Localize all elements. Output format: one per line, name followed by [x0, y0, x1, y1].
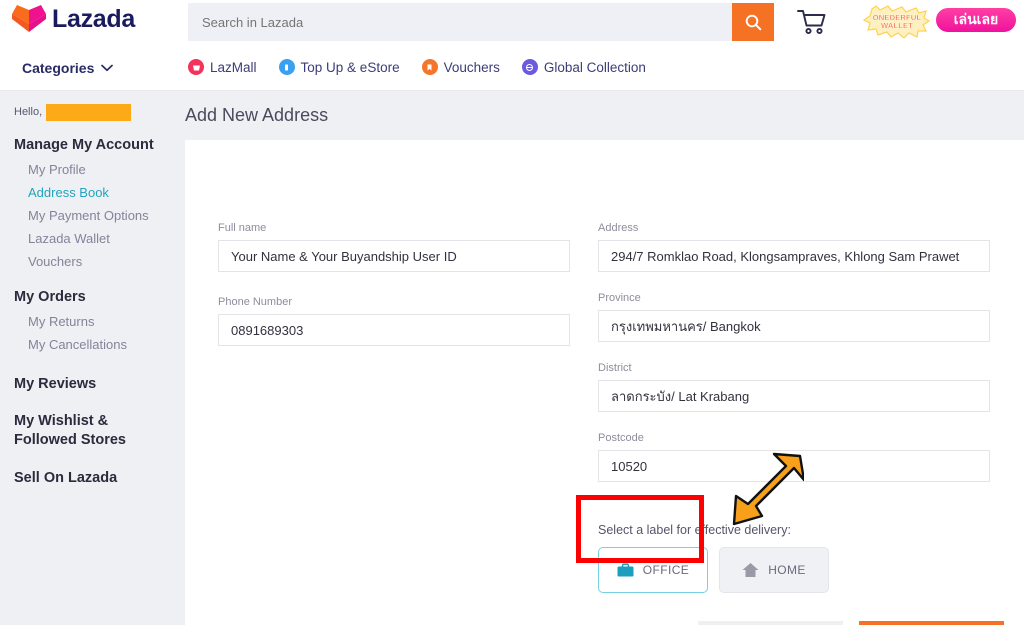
field-full-name: Full name Your Name & Your Buyandship Us…	[218, 222, 570, 272]
field-district: District ลาดกระบัง/ Lat Krabang	[598, 362, 990, 412]
field-phone-number: Phone Number 0891689303	[218, 296, 570, 346]
search-icon	[745, 14, 762, 31]
address-form-card: Full name Your Name & Your Buyandship Us…	[185, 140, 1024, 625]
sidebar-group-manage-my-account: Manage My Account My Profile Address Boo…	[14, 137, 185, 273]
play-now-button[interactable]: เล่นเลย	[934, 6, 1018, 34]
nav-item-label: Top Up & eStore	[301, 60, 400, 75]
sidebar-item-label: My Wishlist &	[14, 412, 185, 431]
nav-item-lazmall[interactable]: LazMall	[188, 59, 257, 75]
address-label-office[interactable]: OFFICE	[598, 547, 708, 593]
search-button[interactable]	[732, 3, 774, 41]
address-input[interactable]: 294/7 Romklao Road, Klongsampraves, Khlo…	[598, 240, 990, 272]
field-postcode: Postcode 10520	[598, 432, 990, 482]
lazada-address-page: Lazada ONEDERFUL WALLET	[0, 0, 1024, 625]
greeting-label: Hello,	[14, 106, 42, 118]
brand-wordmark: Lazada	[52, 7, 135, 32]
categories-menu[interactable]: Categories	[22, 60, 113, 76]
global-collection-icon	[522, 59, 538, 75]
address-label-home[interactable]: HOME	[719, 547, 829, 593]
nav-item-topup-estore[interactable]: Top Up & eStore	[279, 59, 400, 75]
cancel-button[interactable]: CANCEL	[698, 621, 843, 625]
form-column-right: Address 294/7 Romklao Road, Klongsamprav…	[598, 222, 990, 502]
sidebar-item-my-returns[interactable]: My Returns	[14, 310, 185, 333]
province-input[interactable]: กรุงเทพมหานคร/ Bangkok	[598, 310, 990, 342]
form-actions: CANCEL SAVE	[698, 621, 1004, 625]
page-title: Add New Address	[185, 105, 328, 126]
house-icon	[742, 562, 759, 578]
label-selection-hint: Select a label for effective delivery:	[598, 523, 791, 537]
lazmall-icon	[188, 59, 204, 75]
categories-label: Categories	[22, 60, 94, 76]
main-content: Add New Address Full name Your Name & Yo…	[185, 91, 1024, 625]
field-label: District	[598, 362, 990, 374]
lazada-logo[interactable]: Lazada	[12, 5, 135, 33]
address-label-options: OFFICE HOME	[598, 547, 829, 593]
sidebar-item-my-wishlist[interactable]: My Wishlist & Followed Stores	[14, 412, 185, 450]
sidebar-item-label: Followed Stores	[14, 431, 185, 450]
account-sidebar: Hello, Manage My Account My Profile Addr…	[0, 91, 185, 625]
field-address: Address 294/7 Romklao Road, Klongsamprav…	[598, 222, 990, 272]
sidebar-item-my-reviews[interactable]: My Reviews	[14, 376, 185, 392]
username-redaction	[46, 104, 131, 121]
search-input[interactable]	[188, 3, 732, 41]
onederful-wallet-badge[interactable]: ONEDERFUL WALLET	[862, 5, 932, 39]
wallet-badge-label: ONEDERFUL WALLET	[873, 14, 921, 30]
address-label-text: OFFICE	[643, 563, 689, 577]
page-header: Add New Address	[185, 91, 1024, 140]
lazada-heart-logo-icon	[12, 5, 46, 33]
postcode-input[interactable]: 10520	[598, 450, 990, 482]
nav-item-label: Global Collection	[544, 60, 646, 75]
sidebar-item-lazada-wallet[interactable]: Lazada Wallet	[14, 227, 185, 250]
district-input[interactable]: ลาดกระบัง/ Lat Krabang	[598, 380, 990, 412]
sidebar-group-title[interactable]: My Orders	[14, 289, 185, 305]
field-province: Province กรุงเทพมหานคร/ Bangkok	[598, 292, 990, 342]
sidebar-item-my-profile[interactable]: My Profile	[14, 158, 185, 181]
site-header: Lazada ONEDERFUL WALLET	[0, 0, 1024, 47]
nav-items: LazMall Top Up & eStore Vouchers Global …	[188, 59, 646, 75]
topup-estore-icon	[279, 59, 295, 75]
sidebar-group-title[interactable]: Manage My Account	[14, 137, 185, 153]
sidebar-item-my-cancellations[interactable]: My Cancellations	[14, 333, 185, 356]
sidebar-item-address-book[interactable]: Address Book	[14, 181, 185, 204]
address-label-text: HOME	[768, 563, 806, 577]
greeting-row: Hello,	[14, 103, 185, 121]
voucher-icon	[422, 59, 438, 75]
search-bar	[188, 3, 774, 41]
field-label: Full name	[218, 222, 570, 234]
shopping-cart-icon[interactable]	[797, 8, 827, 36]
field-label: Address	[598, 222, 990, 234]
briefcase-icon	[617, 563, 634, 578]
phone-number-input[interactable]: 0891689303	[218, 314, 570, 346]
sidebar-item-my-payment-options[interactable]: My Payment Options	[14, 204, 185, 227]
play-now-label: เล่นเลย	[954, 9, 999, 31]
nav-item-global-collection[interactable]: Global Collection	[522, 59, 646, 75]
form-column-left: Full name Your Name & Your Buyandship Us…	[218, 222, 570, 370]
field-label: Phone Number	[218, 296, 570, 308]
chevron-down-icon	[101, 64, 113, 72]
secondary-nav: Categories LazMall Top Up & eStore	[0, 47, 1024, 91]
full-name-input[interactable]: Your Name & Your Buyandship User ID	[218, 240, 570, 272]
sidebar-item-sell-on-lazada[interactable]: Sell On Lazada	[14, 470, 185, 486]
nav-item-vouchers[interactable]: Vouchers	[422, 59, 500, 75]
sidebar-group-my-orders: My Orders My Returns My Cancellations	[14, 289, 185, 356]
nav-item-label: LazMall	[210, 60, 257, 75]
sidebar-item-vouchers[interactable]: Vouchers	[14, 250, 185, 273]
field-label: Province	[598, 292, 990, 304]
nav-item-label: Vouchers	[444, 60, 500, 75]
save-button[interactable]: SAVE	[859, 621, 1004, 625]
field-label: Postcode	[598, 432, 990, 444]
